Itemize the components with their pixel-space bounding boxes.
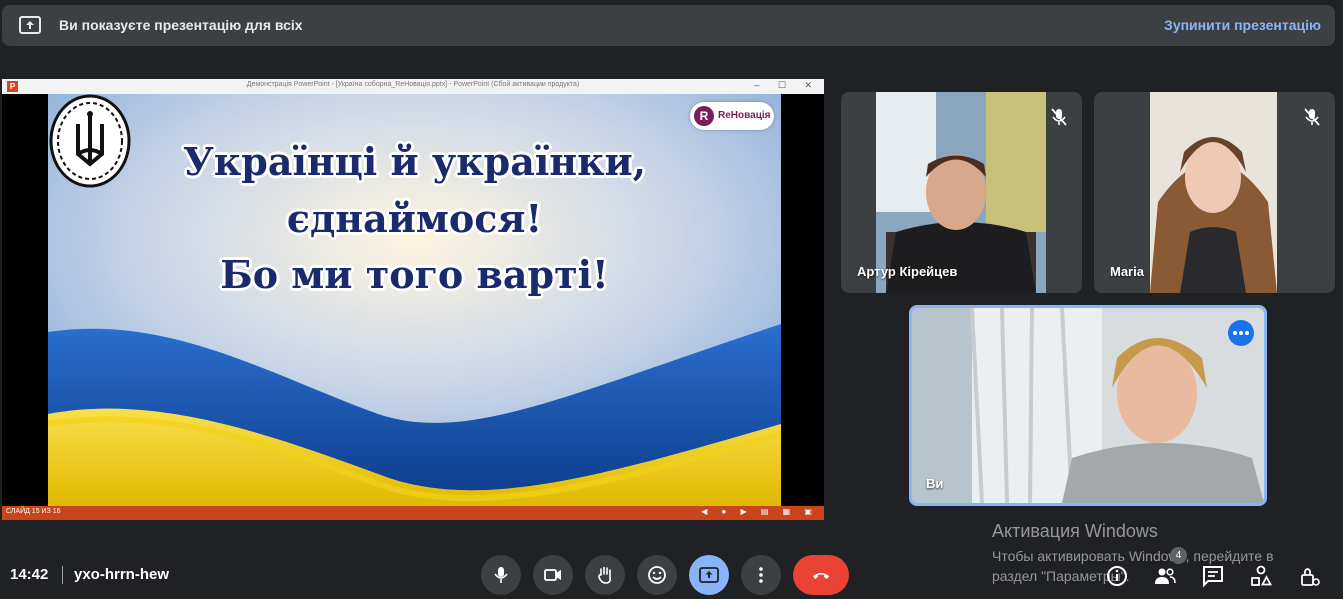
more-options-button[interactable] <box>1228 320 1254 346</box>
presenting-banner: Ви показуєте презентацію для всіх Зупини… <box>2 5 1335 46</box>
meeting-code: yxo-hrrn-hew <box>74 566 170 583</box>
stop-presenting-button[interactable]: Зупинити презентацію <box>1164 17 1321 33</box>
presenting-message: Ви показуєте презентацію для всіх <box>59 17 303 33</box>
presentation-slide: R ReНовація Українці й українки, єднаймо… <box>48 94 781 506</box>
windows-activation-title: Активация Windows <box>992 521 1158 541</box>
emoji-icon <box>648 566 666 584</box>
window-controls-icon: – ☐ ✕ <box>754 80 820 90</box>
slide-heading-line-3: Бо ми того варті! <box>220 252 609 297</box>
meeting-details-icon[interactable] <box>1105 564 1129 588</box>
participant-name: Maria <box>1110 264 1144 279</box>
self-video <box>912 308 1264 503</box>
divider <box>62 566 63 584</box>
participant-video <box>1150 92 1277 293</box>
camera-button[interactable] <box>533 555 573 595</box>
powerpoint-titlebar: P Демонстрація PowerPoint - [Україна соб… <box>2 79 824 94</box>
activities-icon[interactable] <box>1249 564 1273 588</box>
self-view-tile[interactable]: Ви <box>909 305 1267 506</box>
mic-off-icon <box>1304 108 1320 126</box>
present-screen-icon <box>699 567 719 583</box>
renovation-logo: R ReНовація <box>690 102 774 130</box>
self-name: Ви <box>926 476 944 491</box>
participant-name: Артур Кірейцев <box>857 264 958 279</box>
powerpoint-window-title: Демонстрація PowerPoint - [Україна собор… <box>246 81 580 88</box>
raise-hand-button[interactable] <box>585 555 625 595</box>
powerpoint-statusbar: СЛАЙД 15 ИЗ 16 ◀ ● ▶ ▤ ▦ ▣ <box>2 506 824 520</box>
host-controls-icon[interactable] <box>1297 564 1321 588</box>
trident-emblem-icon <box>49 94 131 188</box>
participant-tile[interactable]: Артур Кірейцев <box>841 92 1082 293</box>
hand-icon <box>598 566 611 584</box>
participant-video <box>876 92 1046 293</box>
slideshow-controls-icon[interactable]: ◀ ● ▶ ▤ ▦ ▣ <box>701 507 818 516</box>
more-vert-icon <box>759 567 763 583</box>
people-count-badge: 4 <box>1170 547 1187 564</box>
participant-tile[interactable]: Maria <box>1094 92 1335 293</box>
renovation-logo-icon: R <box>694 106 714 126</box>
slide-counter: СЛАЙД 15 ИЗ 16 <box>6 508 61 515</box>
slide-heading-line-2: єднаймося! <box>286 196 543 241</box>
more-options-button[interactable] <box>741 555 781 595</box>
hang-up-icon <box>813 573 829 579</box>
reactions-button[interactable] <box>637 555 677 595</box>
people-icon[interactable] <box>1153 564 1177 588</box>
microphone-icon <box>494 567 508 583</box>
chat-icon[interactable] <box>1201 564 1225 588</box>
leave-call-button[interactable] <box>793 555 849 595</box>
microphone-button[interactable] <box>481 555 521 595</box>
meeting-time: 14:42 <box>10 566 49 583</box>
mic-off-icon <box>1051 108 1067 126</box>
present-screen-icon <box>19 16 41 34</box>
slide-heading-line-1: Українці й українки, <box>183 139 646 184</box>
camera-icon <box>544 569 561 581</box>
renovation-logo-text: ReНовація <box>718 110 771 121</box>
present-now-button[interactable] <box>689 555 729 595</box>
shared-screen: P Демонстрація PowerPoint - [Україна соб… <box>2 79 824 520</box>
